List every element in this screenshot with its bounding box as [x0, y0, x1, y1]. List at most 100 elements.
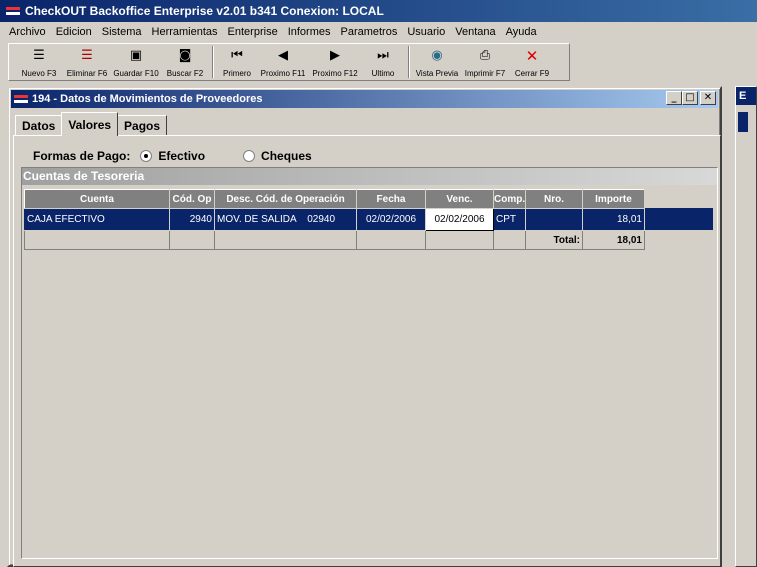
background-window[interactable]: E [735, 86, 757, 567]
column-header-fecha[interactable]: Fecha [356, 189, 426, 209]
cuentas-de-tesoreria-panel: Cuentas de Tesoreria Cuenta Cód. Op Desc… [21, 167, 718, 559]
nuevo-label: Nuevo F3 [21, 69, 57, 78]
buscar-label: Buscar F2 [166, 69, 204, 78]
vista-previa-label: Vista Previa [415, 69, 459, 78]
total-cell-empty [356, 230, 426, 250]
cell-cuenta[interactable]: CAJA EFECTIVO [24, 208, 170, 231]
next-record-icon: ▶ [330, 48, 340, 63]
total-label: Total: [525, 230, 583, 250]
total-row: Total: 18,01 [24, 230, 714, 250]
guardar-button[interactable]: ▣ Guardar F10 [111, 44, 161, 80]
total-value: 18,01 [582, 230, 645, 250]
menu-sistema[interactable]: Sistema [97, 26, 147, 38]
primero-button[interactable]: ⏮ Primero [217, 44, 257, 80]
maximize-button[interactable]: □ [682, 91, 698, 105]
formas-de-pago-label: Formas de Pago: [33, 149, 131, 163]
cell-fecha[interactable]: 02/02/2006 [356, 208, 426, 231]
menu-bar: Archivo Edicion Sistema Herramientas Ent… [0, 22, 757, 42]
column-header-desc[interactable]: Desc. Cód. de Operación [214, 189, 357, 209]
print-preview-icon: ◉ [431, 48, 443, 63]
cell-venc-editor[interactable]: 02/02/2006 [425, 208, 494, 231]
total-cell-empty [493, 230, 526, 250]
column-header-importe[interactable]: Importe [582, 189, 645, 209]
formas-de-pago: Formas de Pago: Efectivo Cheques [33, 148, 312, 164]
proximo-f12-button[interactable]: ▶ Proximo F12 [309, 44, 361, 80]
menu-edicion[interactable]: Edicion [51, 26, 97, 38]
menu-herramientas[interactable]: Herramientas [147, 26, 223, 38]
child-window-title-bar: 194 - Datos de Movimientos de Proveedore… [11, 90, 718, 108]
menu-informes[interactable]: Informes [283, 26, 336, 38]
cell-importe[interactable]: 18,01 [582, 208, 645, 231]
cerrar-button[interactable]: ✕ Cerrar F9 [509, 44, 555, 80]
save-icon: ▣ [129, 48, 143, 63]
proximo-f11-label: Proximo F11 [260, 69, 306, 78]
total-cell-empty [214, 230, 357, 250]
imprimir-button[interactable]: ⎙ Imprimir F7 [461, 44, 509, 80]
toolbar-separator [408, 46, 410, 78]
child-window-title: 194 - Datos de Movimientos de Proveedore… [32, 93, 263, 105]
column-header-comp[interactable]: Comp. [493, 189, 526, 209]
radio-cheques-label[interactable]: Cheques [261, 149, 312, 163]
binoculars-icon: ◙ [178, 48, 192, 63]
grid-header-row: Cuenta Cód. Op Desc. Cód. de Operación F… [24, 189, 714, 209]
vista-previa-button[interactable]: ◉ Vista Previa [413, 44, 461, 80]
toolbar: ☰ Nuevo F3 ☰ Eliminar F6 ▣ Guardar F10 ◙… [8, 43, 570, 81]
radio-efectivo-label[interactable]: Efectivo [158, 149, 205, 163]
total-cell-empty [169, 230, 215, 250]
menu-ayuda[interactable]: Ayuda [501, 26, 542, 38]
menu-archivo[interactable]: Archivo [4, 26, 51, 38]
cell-desc[interactable]: MOV. DE SALIDA 02940 [214, 208, 357, 231]
cuentas-grid: Cuenta Cód. Op Desc. Cód. de Operación F… [24, 189, 714, 250]
cell-nro[interactable] [525, 208, 583, 231]
background-window-selection [738, 112, 748, 132]
ultimo-button[interactable]: ⏭ Ultimo [361, 44, 405, 80]
cerrar-label: Cerrar F9 [514, 69, 550, 78]
previous-record-icon: ◀ [278, 48, 288, 63]
tab-datos[interactable]: Datos [15, 115, 63, 136]
imprimir-label: Imprimir F7 [464, 69, 506, 78]
radio-cheques[interactable] [243, 150, 256, 162]
proximo-f12-label: Proximo F12 [312, 69, 358, 78]
printer-icon: ⎙ [479, 48, 491, 63]
menu-parametros[interactable]: Parametros [335, 26, 402, 38]
proximo-f11-button[interactable]: ◀ Proximo F11 [257, 44, 309, 80]
menu-ventana[interactable]: Ventana [450, 26, 500, 38]
table-row[interactable]: CAJA EFECTIVO 2940 MOV. DE SALIDA 02940 … [24, 208, 714, 231]
cuentas-de-tesoreria-title: Cuentas de Tesoreria [22, 168, 717, 185]
child-window: 194 - Datos de Movimientos de Proveedore… [7, 86, 722, 567]
menu-usuario[interactable]: Usuario [402, 26, 450, 38]
menu-enterprise[interactable]: Enterprise [223, 26, 283, 38]
primero-label: Primero [222, 69, 251, 78]
minimize-button[interactable]: _ [666, 91, 682, 105]
radio-efectivo[interactable] [140, 150, 153, 162]
last-record-icon: ⏭ [377, 48, 389, 63]
total-cell-empty [425, 230, 494, 250]
tab-pagos[interactable]: Pagos [117, 115, 168, 136]
column-header-nro[interactable]: Nro. [525, 189, 583, 209]
nuevo-button[interactable]: ☰ Nuevo F3 [15, 44, 63, 80]
buscar-button[interactable]: ◙ Buscar F2 [161, 44, 209, 80]
close-icon: ✕ [525, 47, 539, 65]
column-header-venc[interactable]: Venc. [425, 189, 494, 209]
toolbar-separator [212, 46, 214, 78]
cell-cod-op[interactable]: 2940 [169, 208, 215, 231]
app-logo-icon [6, 5, 20, 17]
ultimo-label: Ultimo [371, 69, 395, 78]
total-filler [644, 230, 714, 250]
new-record-icon: ☰ [33, 48, 45, 63]
cell-comp[interactable]: CPT [493, 208, 526, 231]
guardar-label: Guardar F10 [113, 69, 159, 78]
column-header-cod-op[interactable]: Cód. Op [169, 189, 215, 209]
tab-strip: Datos Valores Pagos [15, 112, 168, 136]
background-window-title: E [736, 87, 756, 105]
close-window-button[interactable]: ✕ [700, 91, 716, 105]
window-icon [14, 94, 28, 104]
eliminar-label: Eliminar F6 [66, 69, 108, 78]
total-cell-empty [24, 230, 170, 250]
cell-row-filler [644, 208, 714, 231]
column-header-cuenta[interactable]: Cuenta [24, 189, 170, 209]
first-record-icon: ⏮ [231, 48, 243, 63]
tab-valores[interactable]: Valores [61, 112, 119, 136]
eliminar-button[interactable]: ☰ Eliminar F6 [63, 44, 111, 80]
delete-record-icon: ☰ [81, 48, 93, 63]
